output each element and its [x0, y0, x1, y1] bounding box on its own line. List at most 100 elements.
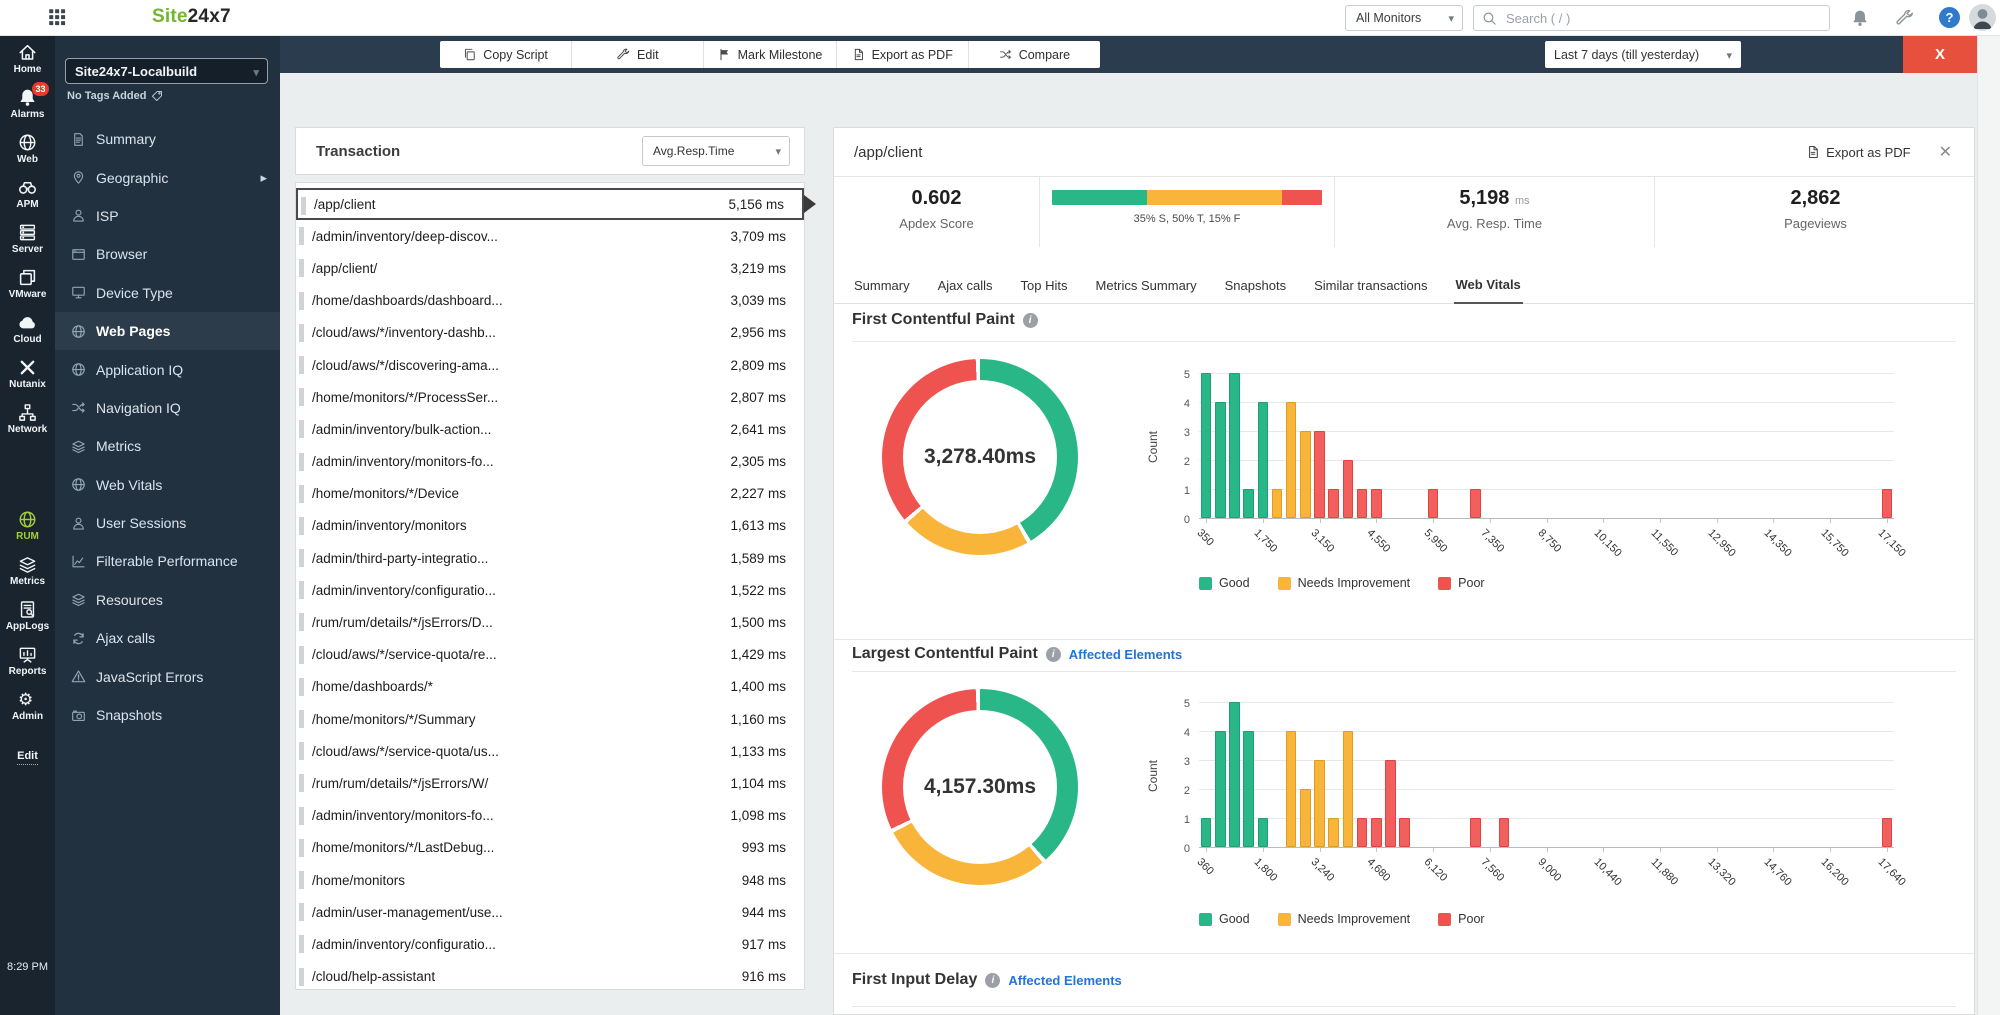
transaction-row[interactable]: /home/dashboards/*1,400 ms [296, 671, 804, 703]
export-pdf-button[interactable]: Export as PDF [1806, 145, 1911, 160]
transaction-row[interactable]: /admin/inventory/monitors1,613 ms [296, 510, 804, 542]
fid-affected-elements-link[interactable]: Affected Elements [1008, 973, 1121, 988]
legend-item-needs-improvement[interactable]: Needs Improvement [1278, 912, 1411, 926]
transaction-row[interactable]: /cloud/aws/*/discovering-ama...2,809 ms [296, 349, 804, 381]
tab-metrics-summary[interactable]: Metrics Summary [1094, 278, 1199, 303]
app-grid-icon[interactable] [48, 8, 67, 27]
row-tick-mark [299, 388, 304, 406]
nav-item-filterable-performance[interactable]: Filterable Performance [55, 542, 280, 580]
nav-item-application-iq[interactable]: Application IQ [55, 350, 280, 388]
export-as-pdf-button[interactable]: Export as PDF [836, 41, 968, 68]
copy-icon [463, 48, 476, 61]
transaction-row[interactable]: /cloud/help-assistant916 ms [296, 961, 804, 993]
info-icon[interactable] [985, 973, 1000, 988]
info-icon[interactable] [1023, 313, 1038, 328]
monitor-selector-dropdown[interactable]: Site24x7-Localbuild [65, 58, 268, 84]
date-range-dropdown[interactable]: Last 7 days (till yesterday) [1545, 41, 1741, 68]
transaction-row[interactable]: /app/client/3,219 ms [296, 252, 804, 284]
nav-item-ajax-calls[interactable]: Ajax calls [55, 619, 280, 657]
copy-script-button[interactable]: Copy Script [440, 41, 571, 68]
sidebar-item-cloud[interactable]: Cloud [0, 306, 55, 351]
nav-item-javascript-errors[interactable]: JavaScript Errors [55, 657, 280, 695]
sidebar-item-reports[interactable]: Reports [0, 638, 55, 683]
transaction-row[interactable]: /admin/third-party-integratio...1,589 ms [296, 542, 804, 574]
tab-summary[interactable]: Summary [852, 278, 912, 303]
nav-item-resources[interactable]: Resources [55, 581, 280, 619]
transaction-row[interactable]: /home/monitors/*/Summary1,160 ms [296, 703, 804, 735]
sidebar-item-vmware[interactable]: VMware [0, 261, 55, 306]
tab-ajax-calls[interactable]: Ajax calls [936, 278, 995, 303]
transaction-row[interactable]: /cloud/aws/*/service-quota/re...1,429 ms [296, 639, 804, 671]
legend-item-needs-improvement[interactable]: Needs Improvement [1278, 576, 1411, 590]
nav-item-summary[interactable]: Summary [55, 120, 280, 158]
legend-item-poor[interactable]: Poor [1438, 576, 1484, 590]
nav-item-device-type[interactable]: Device Type [55, 274, 280, 312]
transaction-row[interactable]: /admin/inventory/bulk-action...2,641 ms [296, 413, 804, 445]
transaction-row[interactable]: /home/monitors/*/LastDebug...993 ms [296, 832, 804, 864]
transaction-row[interactable]: /admin/inventory/configuratio...917 ms [296, 928, 804, 960]
close-panel-button[interactable]: X [1903, 36, 1977, 73]
sidebar-item-apm[interactable]: APM [0, 171, 55, 216]
search-input[interactable] [1504, 10, 1821, 27]
info-icon[interactable] [1046, 647, 1061, 662]
transaction-row[interactable]: /admin/user-management/use...944 ms [296, 896, 804, 928]
legend-item-good[interactable]: Good [1199, 912, 1250, 926]
sidebar-item-applogs[interactable]: AppLogs [0, 593, 55, 638]
nav-item-metrics[interactable]: Metrics [55, 427, 280, 465]
close-icon[interactable] [1939, 142, 1952, 162]
sidebar-item-admin[interactable]: ⚙Admin [0, 683, 55, 728]
nav-item-navigation-iq[interactable]: Navigation IQ [55, 389, 280, 427]
notifications-bell-icon[interactable] [1851, 9, 1869, 27]
nav-item-user-sessions[interactable]: User Sessions [55, 504, 280, 542]
transaction-row[interactable]: /admin/inventory/configuratio...1,522 ms [296, 574, 804, 606]
sidebar-item-network[interactable]: Network [0, 396, 55, 441]
legend-item-poor[interactable]: Poor [1438, 912, 1484, 926]
nav-item-geographic[interactable]: Geographic [55, 158, 280, 196]
nav-item-snapshots[interactable]: Snapshots [55, 696, 280, 734]
tab-top-hits[interactable]: Top Hits [1019, 278, 1070, 303]
transaction-row[interactable]: /admin/inventory/monitors-fo...2,305 ms [296, 446, 804, 478]
transaction-row[interactable]: /cloud/aws/*/service-quota/us...1,133 ms [296, 735, 804, 767]
sidebar-item-edit[interactable]: Edit [0, 742, 55, 772]
transaction-row[interactable]: /rum/rum/details/*/jsErrors/D...1,500 ms [296, 606, 804, 638]
transaction-row[interactable]: /home/monitors/*/ProcessSer...2,807 ms [296, 381, 804, 413]
tools-wrench-icon[interactable] [1896, 9, 1914, 27]
x-axis-tick-label: 17,640 [1875, 856, 1907, 888]
nav-item-web-pages[interactable]: Web Pages [55, 312, 280, 350]
tags-row[interactable]: No Tags Added [67, 90, 163, 102]
transaction-row[interactable]: /app/client5,156 ms [296, 188, 804, 220]
nav-item-browser[interactable]: Browser [55, 235, 280, 273]
scroll-gutter[interactable] [1977, 36, 2000, 1015]
transaction-row[interactable]: /cloud/aws/*/inventory-dashb...2,956 ms [296, 317, 804, 349]
transaction-row[interactable]: /rum/rum/details/*/jsErrors/W/1,104 ms [296, 767, 804, 799]
legend-item-good[interactable]: Good [1199, 576, 1250, 590]
sidebar-item-web[interactable]: Web [0, 126, 55, 171]
sidebar-item-metrics[interactable]: Metrics [0, 548, 55, 593]
user-avatar[interactable] [1969, 4, 1996, 31]
transaction-row[interactable]: /admin/inventory/monitors-fo...1,098 ms [296, 800, 804, 832]
global-search[interactable] [1473, 5, 1830, 31]
compare-button[interactable]: Compare [968, 41, 1100, 68]
sidebar-item-home[interactable]: Home [0, 36, 55, 81]
sidebar-item-alarms[interactable]: 33Alarms [0, 81, 55, 126]
sidebar-item-nutanix[interactable]: Nutanix [0, 351, 55, 396]
help-icon[interactable]: ? [1939, 7, 1960, 28]
tab-web-vitals[interactable]: Web Vitals [1454, 277, 1523, 304]
mark-milestone-button[interactable]: Mark Milestone [703, 41, 835, 68]
nav-item-isp[interactable]: ISP [55, 197, 280, 235]
layers-icon [71, 592, 86, 607]
tab-similar-transactions[interactable]: Similar transactions [1312, 278, 1429, 303]
lcp-affected-elements-link[interactable]: Affected Elements [1069, 647, 1182, 662]
sidebar-item-rum[interactable]: RUM [0, 503, 55, 548]
y-axis-tick-label: 2 [1172, 456, 1190, 468]
nav-item-web-vitals[interactable]: Web Vitals [55, 466, 280, 504]
all-monitors-dropdown[interactable]: All Monitors [1345, 5, 1463, 31]
sort-by-dropdown[interactable]: Avg.Resp.Time [642, 136, 790, 166]
tab-snapshots[interactable]: Snapshots [1223, 278, 1288, 303]
edit-button[interactable]: Edit [571, 41, 703, 68]
transaction-row[interactable]: /home/monitors/*/Device2,227 ms [296, 478, 804, 510]
transaction-row[interactable]: /admin/inventory/deep-discov...3,709 ms [296, 220, 804, 252]
transaction-row[interactable]: /home/dashboards/dashboard...3,039 ms [296, 285, 804, 317]
transaction-row[interactable]: /home/monitors948 ms [296, 864, 804, 896]
sidebar-item-server[interactable]: Server [0, 216, 55, 261]
